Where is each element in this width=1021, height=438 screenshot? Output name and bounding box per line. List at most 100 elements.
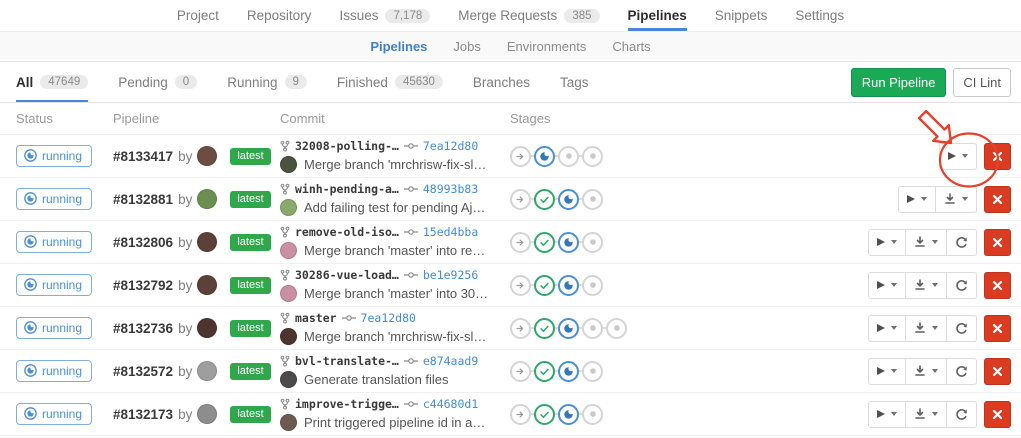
user-avatar[interactable] [197, 189, 217, 209]
ci-lint-button[interactable]: CI Lint [953, 68, 1011, 97]
stage-success-icon[interactable] [534, 361, 555, 382]
pipeline-id-link[interactable]: #8132792 [113, 278, 173, 293]
commit-message-link[interactable]: Merge branch 'mrchrisw-fix-sl… [304, 329, 486, 344]
cancel-pipeline-button[interactable] [984, 143, 1011, 170]
stage-running-icon[interactable] [558, 232, 579, 253]
cancel-pipeline-button[interactable] [984, 315, 1011, 342]
play-dropdown-button[interactable] [868, 358, 906, 385]
commit-message-link[interactable]: Print triggered pipeline id in a… [304, 415, 485, 430]
stage-running-icon[interactable] [558, 318, 579, 339]
pipeline-id-link[interactable]: #8132881 [113, 192, 173, 207]
commit-sha-link[interactable]: 15ed4bba [423, 225, 478, 239]
commit-message-link[interactable]: Add failing test for pending Aj… [304, 200, 485, 215]
user-avatar[interactable] [197, 232, 217, 252]
filter-tab-running[interactable]: Running9 [227, 62, 307, 102]
commit-sha-link[interactable]: e874aad9 [423, 354, 478, 368]
branch-name-link[interactable]: improve-trigge… [295, 397, 399, 411]
top-nav-item-issues[interactable]: Issues7,178 [339, 0, 430, 31]
commit-sha-link[interactable]: 7ea12d80 [423, 139, 478, 153]
stage-skipped-icon[interactable] [510, 232, 531, 253]
top-nav-item-repository[interactable]: Repository [247, 0, 312, 31]
branch-name-link[interactable]: winh-pending-a… [295, 182, 399, 196]
stage-running-icon[interactable] [558, 404, 579, 425]
commit-sha-link[interactable]: 7ea12d80 [361, 311, 416, 325]
stage-skipped-icon[interactable] [510, 361, 531, 382]
pipeline-id-link[interactable]: #8132572 [113, 364, 173, 379]
stage-skipped-icon[interactable] [510, 146, 531, 167]
stage-running-icon[interactable] [534, 146, 555, 167]
retry-pipeline-button[interactable] [946, 229, 977, 256]
branch-name-link[interactable]: bvl-translate-… [295, 354, 399, 368]
stage-success-icon[interactable] [534, 232, 555, 253]
branch-name-link[interactable]: master [295, 311, 337, 325]
run-pipeline-button[interactable]: Run Pipeline [851, 68, 947, 97]
top-nav-item-merge-requests[interactable]: Merge Requests385 [458, 0, 599, 31]
stage-created-icon[interactable] [582, 404, 603, 425]
cancel-pipeline-button[interactable] [984, 401, 1011, 428]
top-nav-item-snippets[interactable]: Snippets [715, 0, 768, 31]
status-badge[interactable]: running [16, 360, 92, 382]
play-dropdown-button[interactable] [868, 272, 906, 299]
pipeline-id-link[interactable]: #8133417 [113, 149, 173, 164]
branch-name-link[interactable]: remove-old-iso… [295, 225, 399, 239]
stage-created-icon[interactable] [582, 232, 603, 253]
stage-skipped-icon[interactable] [510, 275, 531, 296]
user-avatar[interactable] [197, 361, 217, 381]
status-badge[interactable]: running [16, 317, 92, 339]
stage-created-icon[interactable] [582, 361, 603, 382]
stage-created-icon[interactable] [606, 318, 627, 339]
commit-author-avatar[interactable] [280, 328, 297, 345]
pipeline-id-link[interactable]: #8132736 [113, 321, 173, 336]
commit-message-link[interactable]: Merge branch 'master' into 30… [304, 286, 488, 301]
sub-nav-item-pipelines[interactable]: Pipelines [370, 39, 427, 54]
stage-success-icon[interactable] [534, 189, 555, 210]
stage-created-icon[interactable] [582, 189, 603, 210]
stage-skipped-icon[interactable] [510, 318, 531, 339]
stage-skipped-icon[interactable] [510, 189, 531, 210]
status-badge[interactable]: running [16, 231, 92, 253]
play-dropdown-button[interactable] [868, 401, 906, 428]
top-nav-item-project[interactable]: Project [177, 0, 219, 31]
stage-skipped-icon[interactable] [510, 404, 531, 425]
stage-created-icon[interactable] [558, 146, 579, 167]
download-artifacts-button[interactable] [905, 358, 947, 385]
top-nav-item-settings[interactable]: Settings [795, 0, 844, 31]
user-avatar[interactable] [197, 318, 217, 338]
stage-running-icon[interactable] [558, 361, 579, 382]
play-dropdown-button[interactable] [939, 143, 977, 170]
status-badge[interactable]: running [16, 274, 92, 296]
stage-success-icon[interactable] [534, 318, 555, 339]
status-badge[interactable]: running [16, 403, 92, 425]
branch-name-link[interactable]: 30286-vue-load… [295, 268, 399, 282]
stage-created-icon[interactable] [582, 146, 603, 167]
sub-nav-item-charts[interactable]: Charts [612, 39, 650, 54]
user-avatar[interactable] [197, 275, 217, 295]
play-dropdown-button[interactable] [868, 229, 906, 256]
commit-sha-link[interactable]: be1e9256 [423, 268, 478, 282]
branch-name-link[interactable]: 32008-polling-… [295, 139, 399, 153]
status-badge[interactable]: running [16, 145, 92, 167]
filter-tab-all[interactable]: All47649 [16, 62, 88, 102]
retry-pipeline-button[interactable] [946, 315, 977, 342]
download-artifacts-button[interactable] [935, 186, 977, 213]
commit-message-link[interactable]: Merge branch 'master' into re… [304, 243, 485, 258]
filter-tab-tags[interactable]: Tags [560, 62, 589, 102]
commit-author-avatar[interactable] [280, 156, 297, 173]
sub-nav-item-jobs[interactable]: Jobs [453, 39, 480, 54]
pipeline-id-link[interactable]: #8132173 [113, 407, 173, 422]
filter-tab-pending[interactable]: Pending0 [118, 62, 197, 102]
download-artifacts-button[interactable] [905, 401, 947, 428]
download-artifacts-button[interactable] [905, 229, 947, 256]
commit-author-avatar[interactable] [280, 414, 297, 431]
pipeline-id-link[interactable]: #8132806 [113, 235, 173, 250]
play-dropdown-button[interactable] [868, 315, 906, 342]
cancel-pipeline-button[interactable] [984, 272, 1011, 299]
filter-tab-finished[interactable]: Finished45630 [337, 62, 443, 102]
retry-pipeline-button[interactable] [946, 358, 977, 385]
commit-author-avatar[interactable] [280, 371, 297, 388]
stage-success-icon[interactable] [534, 404, 555, 425]
retry-pipeline-button[interactable] [946, 401, 977, 428]
filter-tab-branches[interactable]: Branches [473, 62, 530, 102]
retry-pipeline-button[interactable] [946, 272, 977, 299]
commit-author-avatar[interactable] [280, 199, 297, 216]
